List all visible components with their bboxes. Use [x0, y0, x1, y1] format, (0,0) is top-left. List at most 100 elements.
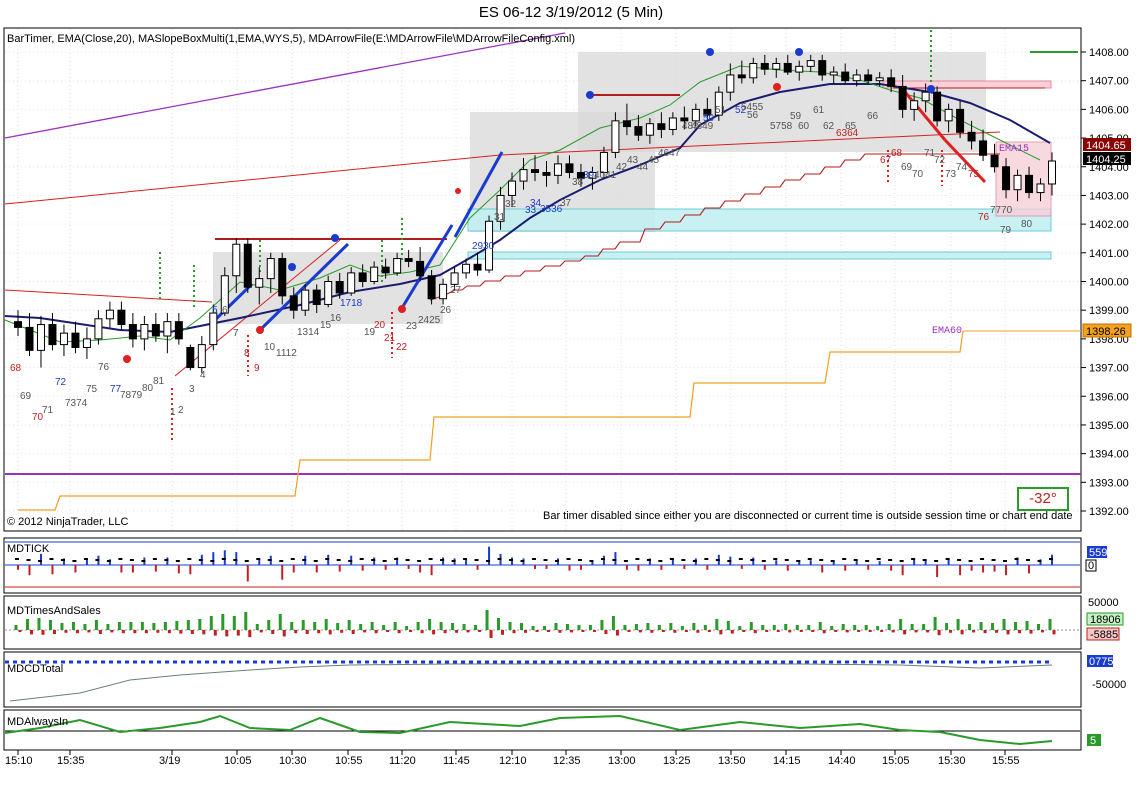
candle-body — [1002, 166, 1011, 191]
bar-label: 50 — [703, 113, 715, 124]
bar-label: 2930 — [472, 241, 495, 252]
bar-label: 2425 — [418, 315, 441, 326]
mdtick-label: MDTICK — [7, 543, 50, 555]
y-tick-label: 1400.00 — [1089, 277, 1129, 289]
bar-label: 32 — [505, 199, 517, 210]
candle-body — [1013, 174, 1022, 191]
candle-body — [416, 260, 425, 277]
bar-label: 79 — [1000, 225, 1012, 236]
candle-body — [921, 91, 930, 102]
chart-canvas[interactable]: 68697071737472757677787980811 2345 6789101… — [0, 0, 1142, 790]
candle-body — [864, 74, 873, 82]
y-tick-label: 1403.00 — [1089, 190, 1129, 202]
candle-body — [1048, 160, 1056, 185]
candle-body — [519, 169, 528, 182]
candle-body — [186, 346, 195, 369]
y-tick-label: 1407.00 — [1089, 76, 1129, 88]
candle-body — [462, 263, 471, 274]
ema15-label: EMA15 — [999, 144, 1030, 155]
candle-body — [48, 324, 57, 346]
candle-body — [370, 266, 379, 282]
y-tick-label: 1394.00 — [1089, 449, 1129, 461]
candle-body — [209, 312, 218, 346]
time-axis: 15:10 15:35 3/19 10:05 10:30 10:55 11:20 11:45 1… — [5, 750, 1020, 767]
mdcd-value: 0775 — [1089, 656, 1113, 668]
mdcd-tick: -50000 — [1092, 679, 1126, 691]
bar-label: 71 — [42, 405, 54, 416]
bar-label: 69 — [901, 162, 913, 173]
candle-body — [117, 309, 126, 326]
bar-label: 74 — [956, 162, 968, 173]
y-tick-label: 1399.00 — [1089, 305, 1129, 317]
candle-body — [243, 243, 252, 288]
candle-body — [128, 324, 137, 340]
bar-label: 2 — [178, 405, 184, 416]
x-tick-label: 15:10 — [5, 755, 33, 767]
bar-label: 51 — [715, 105, 727, 116]
candle-body — [795, 65, 804, 73]
candle-body — [990, 154, 999, 168]
bar-label: 80 — [1021, 219, 1033, 230]
bar-label: 4041 — [594, 170, 617, 181]
x-tick-label: 13:00 — [608, 755, 636, 767]
bar-label: 27 — [450, 285, 462, 296]
bar-label: 62 — [823, 121, 835, 132]
bar-label: 60 — [798, 121, 810, 132]
bar-label: 56 — [747, 110, 759, 121]
candle-body — [875, 77, 884, 82]
candle-body — [289, 295, 298, 311]
candle-body — [818, 60, 827, 76]
mdtimes-top: 50000 — [1088, 597, 1119, 609]
candle-body — [967, 131, 976, 142]
candle-body — [427, 275, 436, 300]
candle-body — [94, 318, 103, 340]
candle-body — [232, 243, 241, 277]
candle-body — [553, 163, 562, 176]
bar-label: 31 — [494, 212, 506, 223]
candle-body — [255, 278, 264, 288]
x-tick-label: 10:55 — [335, 755, 363, 767]
x-tick-label: 11:45 — [443, 755, 470, 767]
candle-body — [841, 71, 850, 82]
candle-body — [473, 263, 482, 271]
candle-body — [933, 91, 942, 122]
bar-label: 6 — [222, 305, 228, 316]
bar-label: 73 — [945, 169, 957, 180]
candle-body — [393, 258, 402, 274]
candle-body — [324, 281, 333, 305]
candle-body — [335, 281, 344, 294]
candle-body — [668, 117, 677, 130]
candle-body — [910, 100, 919, 110]
candle-body — [71, 332, 80, 348]
bar-label: 38 — [572, 177, 584, 188]
candle-body — [749, 62, 758, 79]
bar-label: 20 — [374, 320, 386, 331]
candle-body — [531, 169, 539, 173]
candle-body — [979, 140, 988, 156]
bar-label: 23 — [406, 321, 418, 332]
candle-body — [634, 126, 643, 136]
candle-body — [887, 77, 896, 87]
y-tick-label: 1397.00 — [1089, 363, 1129, 375]
candle-body — [381, 266, 390, 274]
x-tick-label: 14:15 — [773, 755, 801, 767]
candle-body — [266, 258, 275, 280]
candle-body — [852, 74, 861, 82]
bar-label: 7770 — [990, 205, 1013, 216]
mdtick-value: 559 — [1089, 547, 1107, 559]
cyan-box-2 — [467, 251, 1052, 260]
bar-label: 7 — [233, 328, 239, 339]
y-tick-label: 1402.00 — [1089, 219, 1129, 231]
x-tick-label: 15:55 — [992, 755, 1020, 767]
bar-label: 72 — [55, 377, 67, 388]
candle-body — [508, 180, 517, 196]
y-tick-label: 1406.00 — [1089, 104, 1129, 116]
bar-label: 70 — [912, 169, 924, 180]
bar-label: 10 — [264, 342, 276, 353]
bar-label: 76 — [98, 362, 110, 373]
y-tick-label: 1401.00 — [1089, 248, 1129, 260]
candle-body — [301, 289, 310, 311]
candle-body — [645, 123, 654, 136]
candle-body — [737, 74, 746, 79]
candle-body — [174, 321, 183, 340]
